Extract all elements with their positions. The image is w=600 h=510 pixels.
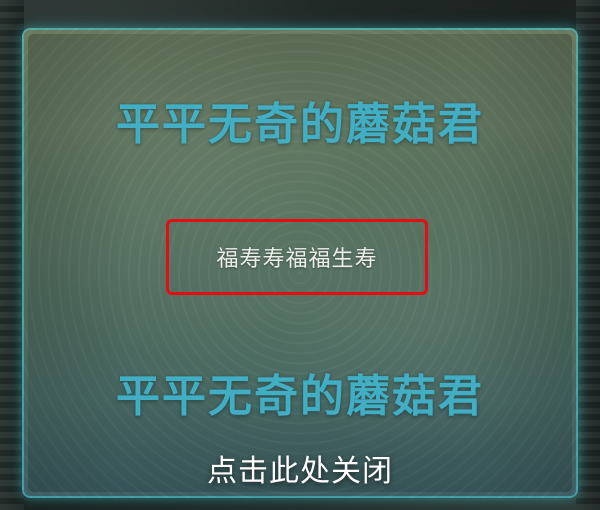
highlighted-name-box: 福寿寿福福生寿 bbox=[166, 219, 428, 295]
generated-name-text: 福寿寿福福生寿 bbox=[216, 247, 378, 272]
game-screen: 平平无奇的蘑菇君 福寿寿福福生寿 平平无奇的蘑菇君 点击此处关闭 bbox=[0, 0, 600, 510]
left-stone-frame bbox=[0, 0, 24, 510]
right-stone-frame bbox=[576, 0, 600, 510]
close-hint-button[interactable]: 点击此处关闭 bbox=[0, 446, 600, 490]
